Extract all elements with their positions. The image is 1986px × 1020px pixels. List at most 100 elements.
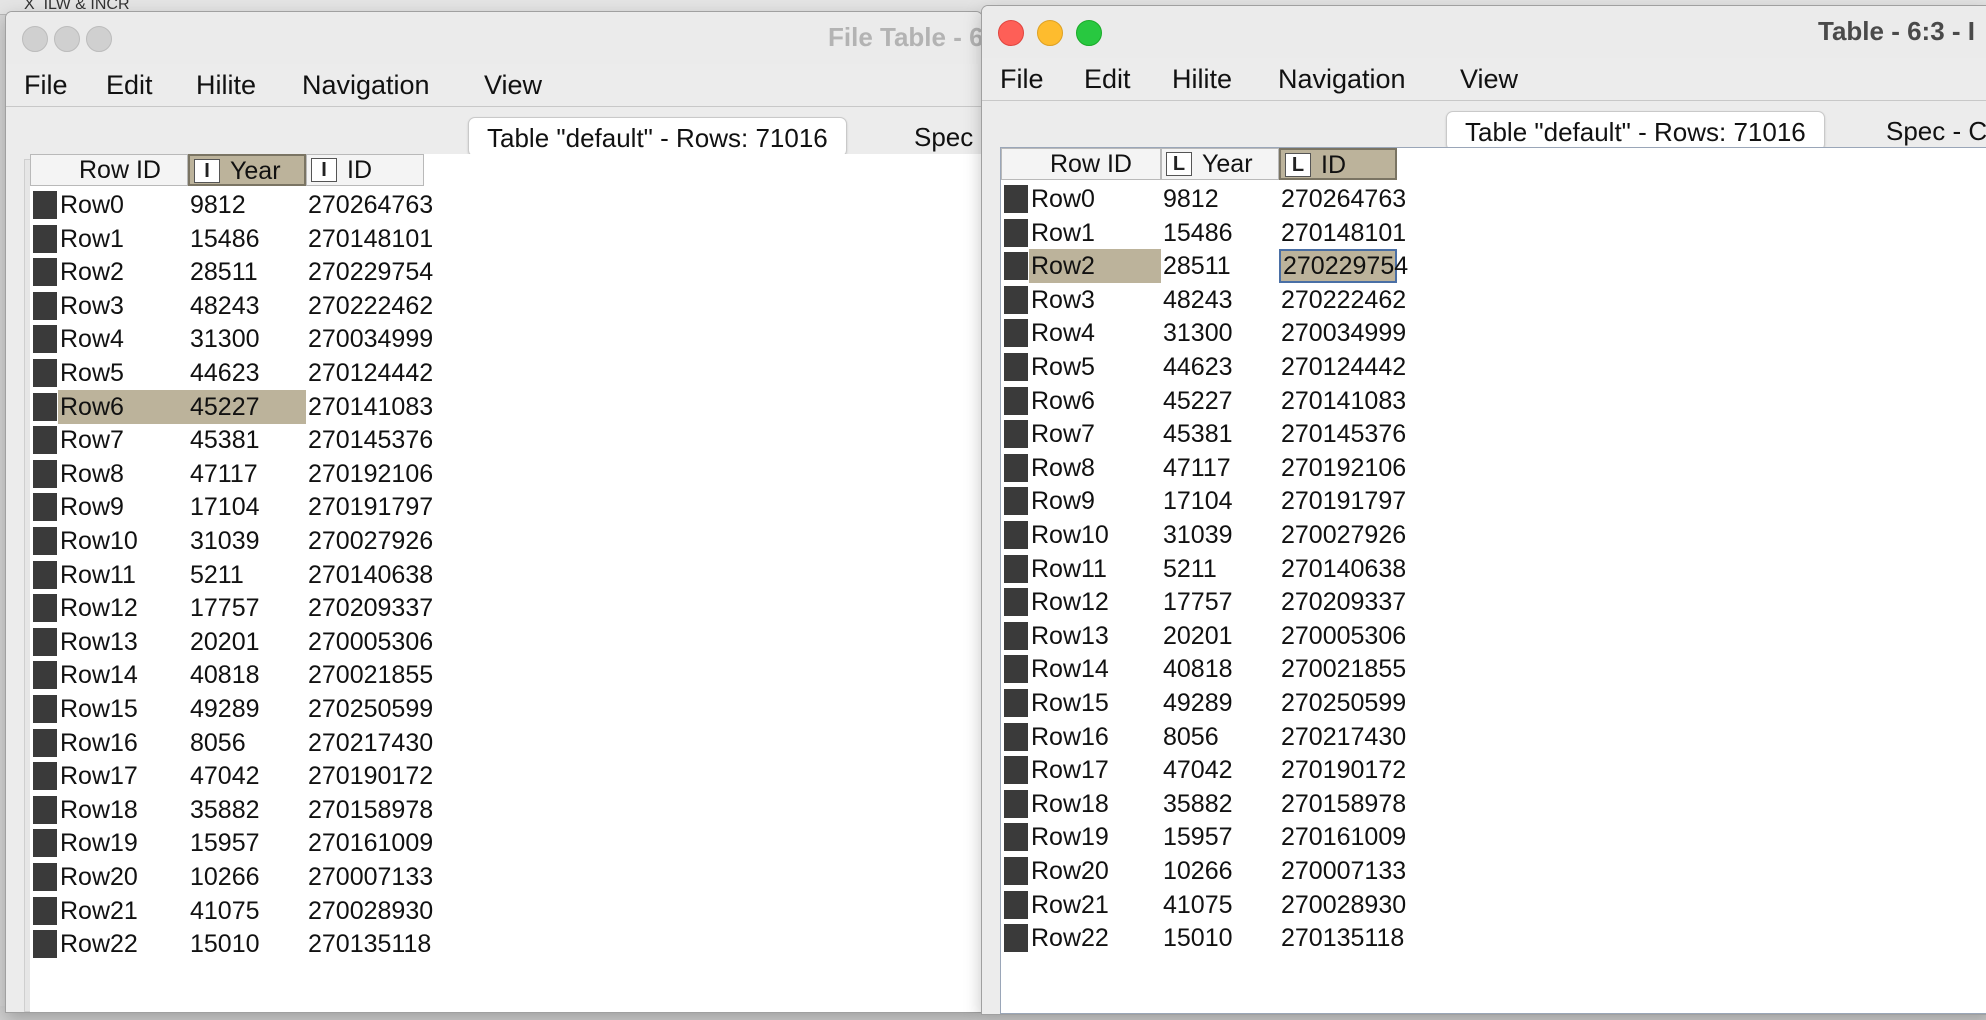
year-cell[interactable]: 45381 (1161, 417, 1279, 451)
year-cell[interactable]: 35882 (1161, 787, 1279, 821)
table-row[interactable]: Row15 49289 270250599 (30, 692, 433, 726)
id-cell[interactable]: 270192106 (1279, 451, 1406, 485)
row-id-cell[interactable]: Row20 (58, 860, 188, 894)
id-cell[interactable]: 270222462 (1279, 283, 1406, 317)
year-cell[interactable]: 35882 (188, 793, 306, 827)
year-cell[interactable]: 49289 (1161, 686, 1279, 720)
table-row[interactable]: Row0 9812 270264763 (1001, 182, 1406, 216)
year-cell[interactable]: 49289 (188, 692, 306, 726)
id-cell[interactable]: 270190172 (1279, 753, 1406, 787)
row-id-cell[interactable]: Row0 (58, 188, 188, 222)
year-cell[interactable]: 41075 (188, 894, 306, 928)
table-row[interactable]: Row17 47042 270190172 (30, 759, 433, 793)
year-cell[interactable]: 15486 (188, 222, 306, 256)
row-id-cell[interactable]: Row15 (1029, 686, 1161, 720)
row-id-cell[interactable]: Row22 (1029, 921, 1161, 955)
id-cell[interactable]: 270229754 (1279, 249, 1408, 284)
table-row[interactable]: Row13 20201 270005306 (1001, 619, 1406, 653)
id-cell[interactable]: 270141083 (1279, 384, 1406, 418)
year-cell[interactable]: 45227 (1161, 384, 1279, 418)
table-row[interactable]: Row5 44623 270124442 (1001, 350, 1406, 384)
column-header-year[interactable]: L Year (1161, 148, 1279, 180)
year-cell[interactable]: 44623 (188, 356, 306, 390)
menu-hilite[interactable]: Hilite (1172, 64, 1232, 95)
table-row[interactable]: Row22 15010 270135118 (30, 927, 431, 961)
id-cell[interactable]: 270192106 (306, 457, 433, 491)
table-row[interactable]: Row20 10266 270007133 (1001, 854, 1406, 888)
table-row[interactable]: Row16 8056 270217430 (1001, 720, 1406, 754)
table-row[interactable]: Row2 28511 270229754 (1001, 249, 1408, 284)
table-row[interactable]: Row1 15486 270148101 (1001, 216, 1406, 250)
id-cell[interactable]: 270135118 (306, 927, 431, 961)
year-cell[interactable]: 9812 (1161, 182, 1279, 216)
row-id-cell[interactable]: Row9 (1029, 484, 1161, 518)
id-cell[interactable]: 270027926 (306, 524, 433, 558)
row-id-cell[interactable]: Row1 (1029, 216, 1161, 250)
row-id-cell[interactable]: Row0 (1029, 182, 1161, 216)
year-cell[interactable]: 47117 (188, 457, 306, 491)
table-row[interactable]: Row2 28511 270229754 (30, 255, 433, 289)
id-cell[interactable]: 270005306 (306, 625, 433, 659)
id-cell[interactable]: 270021855 (306, 658, 433, 692)
data-table[interactable]: Row ID L Year L ID Row0 9812 270264763 Row1 15486… (1000, 147, 1986, 1014)
id-cell[interactable]: 270148101 (306, 222, 433, 256)
id-cell[interactable]: 270145376 (1279, 417, 1406, 451)
row-id-cell[interactable]: Row11 (1029, 552, 1161, 586)
column-header-id[interactable]: I ID (306, 154, 424, 186)
row-id-cell[interactable]: Row13 (58, 625, 188, 659)
zoom-window-button[interactable] (1076, 20, 1102, 46)
table-row[interactable]: Row14 40818 270021855 (30, 658, 433, 692)
row-id-cell[interactable]: Row18 (1029, 787, 1161, 821)
row-id-cell[interactable]: Row13 (1029, 619, 1161, 653)
year-cell[interactable]: 31300 (1161, 316, 1279, 350)
close-window-button[interactable] (998, 20, 1024, 46)
year-cell[interactable]: 41075 (1161, 888, 1279, 922)
table-row[interactable]: Row5 44623 270124442 (30, 356, 433, 390)
year-cell[interactable]: 15957 (188, 826, 306, 860)
row-id-cell[interactable]: Row1 (58, 222, 188, 256)
row-id-cell[interactable]: Row8 (58, 457, 188, 491)
column-header-id[interactable]: L ID (1279, 148, 1397, 180)
year-cell[interactable]: 9812 (188, 188, 306, 222)
id-cell[interactable]: 270158978 (1279, 787, 1406, 821)
id-cell[interactable]: 270217430 (306, 726, 433, 760)
id-cell[interactable]: 270007133 (1279, 854, 1406, 888)
year-cell[interactable]: 8056 (188, 726, 306, 760)
row-id-cell[interactable]: Row14 (1029, 652, 1161, 686)
minimize-window-button[interactable] (1037, 20, 1063, 46)
row-id-cell[interactable]: Row19 (58, 826, 188, 860)
table-row[interactable]: Row0 9812 270264763 (30, 188, 433, 222)
table-row[interactable]: Row4 31300 270034999 (1001, 316, 1406, 350)
row-id-cell[interactable]: Row17 (1029, 753, 1161, 787)
table-row[interactable]: Row22 15010 270135118 (1001, 921, 1404, 955)
id-cell[interactable]: 270007133 (306, 860, 433, 894)
year-cell[interactable]: 47117 (1161, 451, 1279, 485)
year-cell[interactable]: 28511 (188, 255, 306, 289)
table-row[interactable]: Row6 45227 270141083 (30, 389, 433, 424)
table-row[interactable]: Row18 35882 270158978 (30, 793, 433, 827)
id-cell[interactable]: 270005306 (1279, 619, 1406, 653)
row-id-cell[interactable]: Row5 (58, 356, 188, 390)
id-cell[interactable]: 270229754 (306, 255, 433, 289)
table-row[interactable]: Row16 8056 270217430 (30, 726, 433, 760)
id-cell[interactable]: 270148101 (1279, 216, 1406, 250)
id-cell[interactable]: 270191797 (1279, 484, 1406, 518)
table-row[interactable]: Row9 17104 270191797 (30, 490, 433, 524)
year-cell[interactable]: 10266 (1161, 854, 1279, 888)
year-cell[interactable]: 15010 (1161, 921, 1279, 955)
row-id-cell[interactable]: Row15 (58, 692, 188, 726)
menu-edit[interactable]: Edit (1084, 64, 1131, 95)
table-row[interactable]: Row12 17757 270209337 (1001, 585, 1406, 619)
id-cell[interactable]: 270140638 (1279, 552, 1406, 586)
row-id-cell[interactable]: Row14 (58, 658, 188, 692)
table-row[interactable]: Row21 41075 270028930 (30, 894, 433, 928)
id-cell[interactable]: 270028930 (1279, 888, 1406, 922)
table-row[interactable]: Row21 41075 270028930 (1001, 888, 1406, 922)
table-row[interactable]: Row11 5211 270140638 (1001, 552, 1406, 586)
year-cell[interactable]: 48243 (1161, 283, 1279, 317)
tab-spec[interactable]: Spec - (896, 117, 982, 157)
id-cell[interactable]: 270141083 (306, 390, 433, 424)
year-cell[interactable]: 20201 (1161, 619, 1279, 653)
row-id-cell[interactable]: Row8 (1029, 451, 1161, 485)
row-id-cell[interactable]: Row2 (58, 255, 188, 289)
